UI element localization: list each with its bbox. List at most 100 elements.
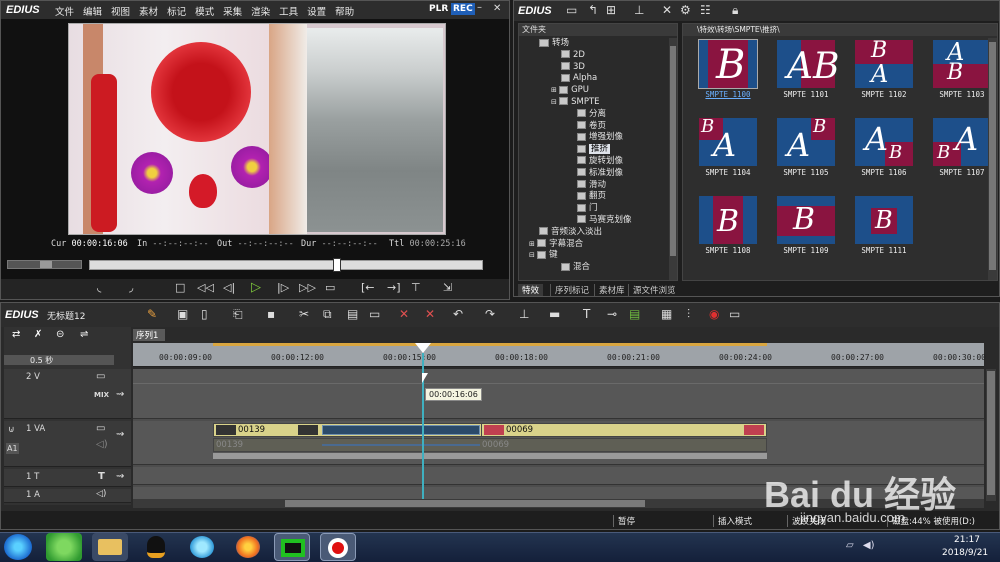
undo-icon[interactable]: ↶ [453, 307, 463, 321]
track-2v-lane[interactable] [133, 369, 984, 419]
start-button[interactable] [4, 534, 32, 560]
volume-icon[interactable]: ◀) [863, 540, 875, 551]
toggle-icon[interactable]: T [583, 307, 590, 321]
overwrite-icon[interactable]: →] [387, 281, 401, 294]
transition-thumb-1106[interactable]: A B [855, 118, 913, 166]
track-header-1t[interactable]: 1 T T ⇝ [4, 469, 131, 487]
transition-thumb-1101[interactable]: AB [777, 40, 839, 88]
sync-icon[interactable]: ⇌ [80, 329, 88, 340]
timeline-scrollbar-thumb[interactable] [285, 500, 645, 507]
vertical-scrollbar[interactable] [986, 369, 996, 501]
position-handle[interactable] [333, 258, 341, 272]
tree-item[interactable]: 混合 [521, 262, 667, 274]
delete-icon[interactable]: ✕ [662, 3, 672, 17]
transition-thumb-1100[interactable]: B [698, 39, 758, 89]
tab-sequence-markers[interactable]: 序列标记 [550, 284, 593, 296]
layout-icon[interactable]: ▭ [729, 307, 740, 321]
browser-taskbar-icon[interactable] [46, 533, 82, 561]
tree-item[interactable]: 2D [521, 50, 667, 62]
track-sync-icon[interactable]: ⇝ [116, 471, 124, 482]
redo-icon[interactable]: ↷ [485, 307, 495, 321]
transition-thumb-1103[interactable]: A B [933, 38, 991, 88]
browser-scrollbar-thumb[interactable] [989, 42, 996, 270]
menu-view[interactable]: 视图 [111, 7, 130, 18]
tree-item[interactable]: 标准划像 [521, 168, 667, 180]
tree-item-selected[interactable]: 推挤 [521, 144, 667, 156]
paste-icon[interactable]: ▤ [347, 307, 358, 321]
render-icon[interactable]: ▤ [629, 307, 640, 321]
clock-time[interactable]: 21:17 [954, 535, 980, 545]
menu-capture[interactable]: 采集 [223, 7, 242, 18]
transition-region[interactable] [322, 425, 480, 435]
apply-icon[interactable]: ⊥ [634, 3, 644, 17]
grid-icon[interactable]: ▦ [661, 307, 672, 321]
save-icon[interactable]: ▪ [267, 307, 275, 321]
tree-scrollbar-thumb[interactable] [670, 46, 676, 256]
folder-icon[interactable]: ▭ [566, 3, 577, 17]
ripple-delete-icon[interactable]: ✕ [425, 307, 435, 321]
plr-button[interactable]: PLR [429, 4, 448, 14]
menu-render[interactable]: 渲染 [251, 7, 270, 18]
tree-item[interactable]: 音频淡入淡出 [521, 227, 667, 239]
tree-item[interactable]: ⊞ GPU [521, 85, 667, 97]
menu-help[interactable]: 帮助 [335, 7, 354, 18]
view-icon[interactable]: ☷ [700, 3, 711, 17]
stop-icon[interactable]: □ [175, 281, 185, 294]
transition-thumb-1105[interactable]: B A [777, 116, 835, 166]
tree-item[interactable]: ⊟ 键 [521, 250, 667, 262]
track-header-1va[interactable]: ⊍ 1 VA ▭ ◁) ⇝ A1 [4, 421, 131, 467]
media-taskbar-icon[interactable] [184, 533, 220, 561]
set-out-icon[interactable]: ◞ [129, 281, 133, 294]
export-icon[interactable]: ⇲ [443, 281, 452, 294]
clock-date[interactable]: 2018/9/21 [942, 548, 988, 558]
track-patch-icon[interactable]: A1 [6, 443, 19, 454]
tree-item[interactable]: Alpha [521, 73, 667, 85]
tree-item[interactable]: 转场 [521, 38, 667, 50]
transition-thumb-1111[interactable]: B [855, 196, 913, 244]
record-taskbar-icon[interactable] [320, 533, 356, 561]
timeline-ruler[interactable]: 00:00:09:00 00:00:12:00 00:00:15:00 00:0… [133, 343, 986, 367]
firefox-taskbar-icon[interactable] [230, 533, 266, 561]
mode-icon[interactable]: ✎ [147, 307, 157, 321]
replace-icon[interactable]: ▭ [369, 307, 380, 321]
track-header-1a[interactable]: 1 A ◁) [4, 489, 131, 503]
rewind-icon[interactable]: ◁◁ [197, 281, 214, 294]
cut-icon[interactable]: ✂ [299, 307, 309, 321]
mixer-icon[interactable]: ⫶ [687, 307, 690, 322]
delete-clip-icon[interactable]: ✕ [399, 307, 409, 321]
menu-edit[interactable]: 编辑 [83, 7, 102, 18]
tree-item[interactable]: 滑动 [521, 180, 667, 192]
qq-taskbar-icon[interactable] [138, 533, 174, 561]
menu-settings[interactable]: 设置 [307, 7, 326, 18]
zoom-control[interactable]: 0.5 秒 [4, 355, 114, 365]
record-icon[interactable]: ◉ [709, 307, 719, 321]
play-icon[interactable]: ▷ [251, 280, 261, 295]
tree-item[interactable]: 旋转划像 [521, 156, 667, 168]
audio-icon[interactable]: ⊸ [607, 307, 617, 321]
network-icon[interactable]: ▱ [846, 540, 854, 551]
video-clip[interactable]: 00069 [481, 423, 767, 437]
step-forward-icon[interactable]: |▷ [277, 281, 289, 294]
playhead-marker[interactable] [415, 343, 431, 353]
vertical-scrollbar-thumb[interactable] [987, 371, 995, 495]
menu-marker[interactable]: 标记 [167, 7, 186, 18]
track-sync-icon[interactable]: ⇝ [116, 429, 124, 440]
track-sync-icon[interactable]: ⇝ [116, 389, 124, 400]
transition-thumb-1107[interactable]: A B [933, 118, 991, 166]
track-audio-icon[interactable]: ◁) [96, 489, 106, 499]
tree-item[interactable]: 增强划像 [521, 132, 667, 144]
tree-item[interactable]: 3D [521, 62, 667, 74]
set-in-icon[interactable]: ◟ [97, 281, 101, 294]
loop-icon[interactable]: ▭ [325, 281, 335, 294]
transition-thumb-1109[interactable]: B [777, 196, 835, 244]
track-visibility-icon[interactable]: ▭ [96, 423, 105, 434]
rec-button[interactable]: REC [451, 3, 475, 15]
lock-icon[interactable]: 🔒︎ [732, 3, 738, 18]
audio-clip[interactable]: 00139 00069 [213, 438, 767, 452]
tree-item[interactable]: 马赛克划像 [521, 215, 667, 227]
track-visibility-icon[interactable]: ▭ [96, 371, 105, 382]
tree-item[interactable]: ⊞ 字幕混合 [521, 239, 667, 251]
tree-scrollbar[interactable] [669, 38, 677, 280]
menu-file[interactable]: 文件 [55, 7, 74, 18]
mixer-button-icon[interactable]: ⊝ [56, 329, 64, 340]
